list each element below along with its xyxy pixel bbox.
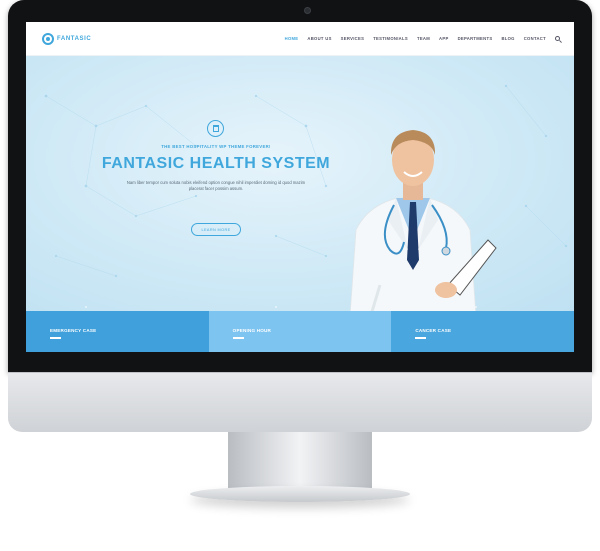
site-logo[interactable]: FANTASIC (42, 33, 91, 45)
feature-emergency-case[interactable]: EMERGENCY CASE (26, 311, 209, 352)
nav-item-departments[interactable]: DEPARTMENTS (458, 36, 493, 41)
feature-strip: EMERGENCY CASE OPENING HOUR CANCER CASE (26, 311, 574, 352)
hospital-icon (207, 120, 224, 137)
hero-description: Nam liber tempor cum soluta nobis eleife… (126, 180, 306, 191)
nav-item-team[interactable]: TEAM (417, 36, 430, 41)
nav-item-home[interactable]: HOME (285, 36, 299, 41)
feature-label: CANCER CASE (415, 328, 452, 333)
hero-tagline: THE BEST HOSPITALITY WP THEME FOREVER! (161, 144, 271, 149)
main-menu: HOME ABOUT US SERVICES TESTIMONIALS TEAM… (285, 36, 560, 41)
nav-item-app[interactable]: APP (439, 36, 449, 41)
hero-section: THE BEST HOSPITALITY WP THEME FOREVER! F… (26, 56, 574, 311)
gear-logo-icon (42, 33, 54, 45)
nav-item-blog[interactable]: BLOG (501, 36, 514, 41)
feature-label: EMERGENCY CASE (50, 328, 97, 333)
feature-cancer-case[interactable]: CANCER CASE (391, 311, 574, 352)
nav-item-about-us[interactable]: ABOUT US (307, 36, 331, 41)
website-screen: FANTASIC HOME ABOUT US SERVICES TESTIMON… (26, 22, 574, 352)
monitor-mockup: FANTASIC HOME ABOUT US SERVICES TESTIMON… (0, 0, 600, 551)
slider-indicators (85, 306, 477, 308)
nav-item-testimonials[interactable]: TESTIMONIALS (373, 36, 408, 41)
search-icon[interactable] (555, 36, 560, 41)
feature-underline (415, 337, 427, 339)
logo-text: FANTASIC (57, 36, 92, 42)
monitor-stand-neck (228, 432, 372, 488)
feature-underline (50, 337, 61, 339)
feature-label: OPENING HOUR (232, 328, 272, 333)
nav-item-services[interactable]: SERVICES (341, 36, 365, 41)
camera-icon (304, 7, 311, 14)
nav-item-contact[interactable]: CONTACT (524, 36, 546, 41)
hero-headline: FANTASIC HEALTH SYSTEM (101, 155, 331, 172)
feature-opening-hour[interactable]: OPENING HOUR (208, 311, 392, 352)
monitor-chin (8, 372, 592, 432)
monitor-stand-base (190, 486, 410, 502)
top-navbar: FANTASIC HOME ABOUT US SERVICES TESTIMON… (26, 22, 574, 56)
learn-more-button[interactable]: LEARN MORE (191, 223, 241, 236)
feature-underline (232, 337, 244, 339)
doctor-image (349, 130, 497, 311)
